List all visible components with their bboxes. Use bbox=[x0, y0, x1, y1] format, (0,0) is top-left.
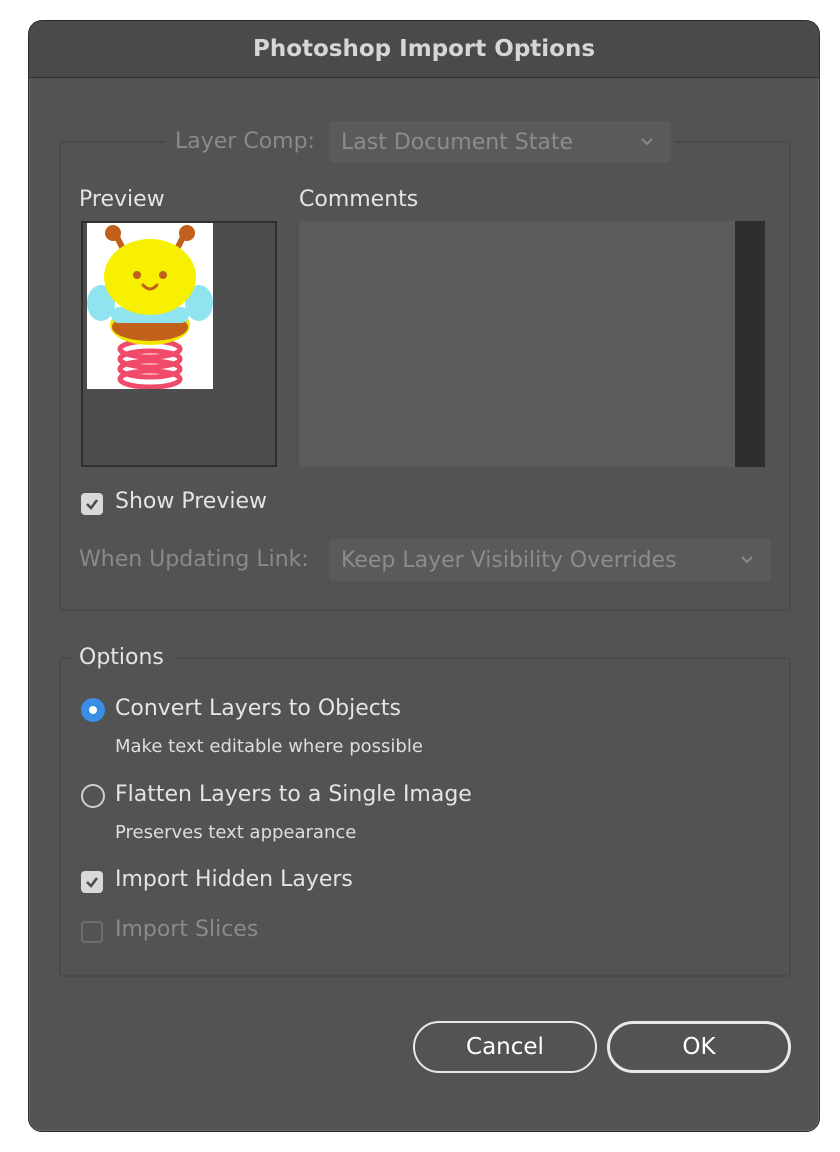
import-hidden-layers-label[interactable]: Import Hidden Layers bbox=[115, 867, 353, 892]
convert-layers-label[interactable]: Convert Layers to Objects bbox=[115, 696, 401, 721]
photoshop-import-options-dialog: Photoshop Import Options Layer Comp: Las… bbox=[28, 20, 820, 1132]
ok-button[interactable]: OK bbox=[607, 1021, 791, 1073]
chevron-down-icon bbox=[741, 556, 753, 564]
layer-comp-select[interactable]: Last Document State bbox=[329, 121, 671, 163]
layer-comp-label: Layer Comp: bbox=[175, 129, 315, 154]
preview-box bbox=[81, 221, 277, 467]
show-preview-label[interactable]: Show Preview bbox=[115, 489, 267, 514]
preview-thumbnail bbox=[87, 223, 213, 390]
comments-textarea[interactable] bbox=[299, 221, 765, 467]
bee-character-image bbox=[87, 225, 213, 390]
when-updating-link-select[interactable]: Keep Layer Visibility Overrides bbox=[329, 539, 771, 581]
options-legend: Options bbox=[79, 645, 164, 670]
import-hidden-layers-checkbox[interactable] bbox=[81, 871, 103, 893]
layer-comp-value: Last Document State bbox=[341, 129, 574, 155]
cancel-button[interactable]: Cancel bbox=[413, 1021, 597, 1073]
flatten-layers-note: Preserves text appearance bbox=[115, 822, 357, 843]
dialog-title: Photoshop Import Options bbox=[252, 36, 596, 62]
show-preview-checkbox[interactable] bbox=[81, 493, 103, 515]
when-updating-link-label: When Updating Link: bbox=[79, 547, 309, 572]
dialog-title-bar: Photoshop Import Options bbox=[29, 21, 819, 78]
checkmark-icon bbox=[86, 877, 98, 888]
preview-label: Preview bbox=[79, 187, 165, 212]
import-slices-checkbox bbox=[81, 921, 103, 943]
flatten-layers-radio[interactable] bbox=[81, 784, 105, 808]
checkmark-icon bbox=[86, 499, 98, 510]
convert-layers-note: Make text editable where possible bbox=[115, 736, 423, 757]
chevron-down-icon bbox=[641, 138, 653, 146]
flatten-layers-label[interactable]: Flatten Layers to a Single Image bbox=[115, 782, 472, 807]
comments-scrollbar[interactable] bbox=[735, 221, 765, 467]
when-updating-link-value: Keep Layer Visibility Overrides bbox=[341, 547, 677, 573]
convert-layers-radio[interactable] bbox=[81, 698, 105, 722]
comments-label: Comments bbox=[299, 187, 419, 212]
import-slices-label: Import Slices bbox=[115, 917, 259, 942]
